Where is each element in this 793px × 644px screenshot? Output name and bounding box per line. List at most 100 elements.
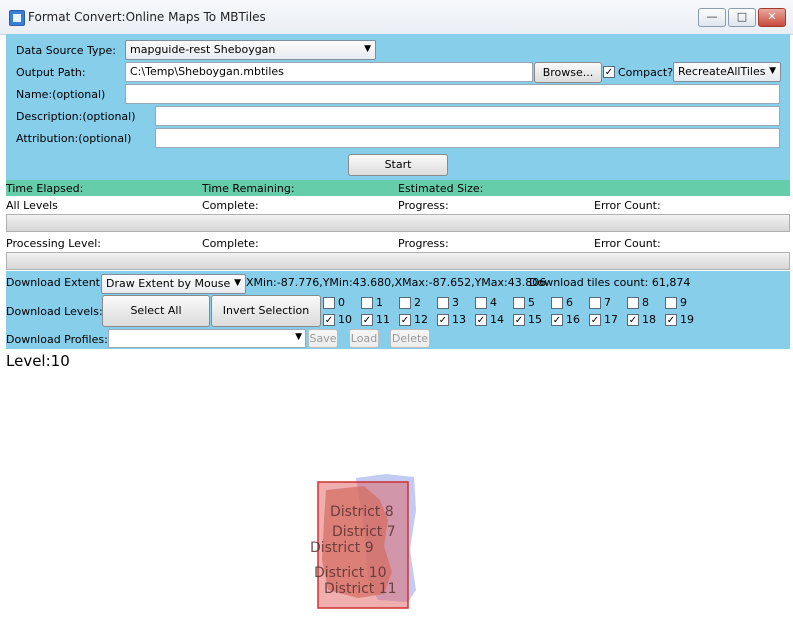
browse-button[interactable]: Browse... [534,62,602,83]
level-label-11: 11 [376,313,390,326]
level-label-10: 10 [338,313,352,326]
level-label-3: 3 [452,296,459,309]
chevron-down-icon: ▼ [234,278,241,288]
level-checkbox-3[interactable] [437,297,449,309]
level-label-7: 7 [604,296,611,309]
level-label-8: 8 [642,296,649,309]
delete-button[interactable]: Delete [390,329,430,348]
district-label: District 11 [324,581,397,597]
minimize-button[interactable]: — [698,8,726,27]
level-label-0: 0 [338,296,345,309]
download-levels-label: Download Levels: [6,305,103,318]
level-label-5: 5 [528,296,535,309]
chevron-down-icon: ▼ [295,332,302,342]
chevron-down-icon: ▼ [769,66,776,76]
processing-level-progress-bar [6,252,790,270]
download-extent-label: Download Extent: [6,276,104,289]
district-label: District 10 [314,565,387,581]
mode-select[interactable]: RecreateAllTiles ▼ [673,62,781,82]
time-status-bar: Time Elapsed: Time Remaining: Estimated … [6,180,790,196]
description-label: Description:(optional) [16,110,136,123]
data-source-select[interactable]: mapguide-rest Sheboygan ▼ [125,40,376,60]
extent-mode-value: Draw Extent by Mouse [106,277,231,290]
level-label-2: 2 [414,296,421,309]
data-source-label: Data Source Type: [16,44,117,57]
data-source-value: mapguide-rest Sheboygan [130,43,276,56]
map-view[interactable]: Level:10 District 8 District 7 District … [6,350,790,644]
time-elapsed-label: Time Elapsed: [6,182,84,195]
level-label-14: 14 [490,313,504,326]
name-input[interactable] [125,84,780,104]
chevron-down-icon: ▼ [364,44,371,54]
all-error-count-label: Error Count: [594,199,661,212]
attribution-label: Attribution:(optional) [16,132,132,145]
level-checkbox-16[interactable] [551,314,563,326]
level-checkbox-2[interactable] [399,297,411,309]
level-checkbox-8[interactable] [627,297,639,309]
level-label-16: 16 [566,313,580,326]
processing-level-label: Processing Level: [6,237,101,250]
mode-value: RecreateAllTiles [678,65,766,78]
level-checkbox-15[interactable] [513,314,525,326]
start-button[interactable]: Start [348,154,448,176]
save-button[interactable]: Save [308,329,338,348]
level-label-6: 6 [566,296,573,309]
map-canvas: District 8 District 7 District 9 Distric… [310,474,416,609]
level-label-17: 17 [604,313,618,326]
output-path-input[interactable]: C:\Temp\Sheboygan.mbtiles [125,62,533,82]
district-label: District 8 [330,504,394,520]
level-checkbox-0[interactable] [323,297,335,309]
level-checkbox-14[interactable] [475,314,487,326]
name-label: Name:(optional) [16,88,106,101]
attribution-input[interactable] [155,128,780,148]
level-checkbox-11[interactable] [361,314,373,326]
load-button[interactable]: Load [349,329,379,348]
compact-checkbox[interactable] [603,66,615,78]
level-label-18: 18 [642,313,656,326]
close-button[interactable]: ✕ [758,8,786,27]
level-checkbox-9[interactable] [665,297,677,309]
level-checkbox-4[interactable] [475,297,487,309]
profiles-select[interactable]: ▼ [108,329,306,348]
compact-label: Compact? [618,66,674,79]
level-checkbox-1[interactable] [361,297,373,309]
level-label-13: 13 [452,313,466,326]
level-label-19: 19 [680,313,694,326]
time-remaining-label: Time Remaining: [202,182,295,195]
level-label-1: 1 [376,296,383,309]
estimated-size-label: Estimated Size: [398,182,484,195]
select-all-button[interactable]: Select All [102,295,210,327]
extent-bounds: XMin:-87.776,YMin:43.680,XMax:-87.652,YM… [246,276,547,289]
processing-level-row: Processing Level: Complete: Progress: Er… [6,235,790,251]
level-checkbox-6[interactable] [551,297,563,309]
all-levels-row: All Levels Complete: Progress: Error Cou… [6,197,790,213]
settings-panel: Data Source Type: mapguide-rest Sheboyga… [6,34,790,180]
level-label-4: 4 [490,296,497,309]
app-icon [9,10,25,26]
level-checkbox-13[interactable] [437,314,449,326]
level-checkbox-19[interactable] [665,314,677,326]
processing-progress-label: Progress: [398,237,449,250]
invert-selection-button[interactable]: Invert Selection [211,295,321,327]
level-checkbox-10[interactable] [323,314,335,326]
level-checkbox-17[interactable] [589,314,601,326]
level-label-12: 12 [414,313,428,326]
level-checkbox-18[interactable] [627,314,639,326]
description-input[interactable] [155,106,780,126]
level-checkbox-7[interactable] [589,297,601,309]
district-label: District 7 [332,524,396,540]
level-label-15: 15 [528,313,542,326]
maximize-button[interactable]: □ [728,8,756,27]
level-checkbox-5[interactable] [513,297,525,309]
extent-mode-select[interactable]: Draw Extent by Mouse ▼ [101,274,246,294]
window-title: Format Convert:Online Maps To MBTiles [28,10,266,24]
title-bar: Format Convert:Online Maps To MBTiles — … [0,0,793,35]
all-progress-label: Progress: [398,199,449,212]
all-levels-label: All Levels [6,199,58,212]
tiles-count: Download tiles count: 61,874 [529,276,691,289]
output-path-label: Output Path: [16,66,86,79]
level-checkbox-12[interactable] [399,314,411,326]
processing-complete-label: Complete: [202,237,259,250]
download-panel: Download Extent: Draw Extent by Mouse ▼ … [6,271,790,349]
district-label: District 9 [310,540,374,556]
